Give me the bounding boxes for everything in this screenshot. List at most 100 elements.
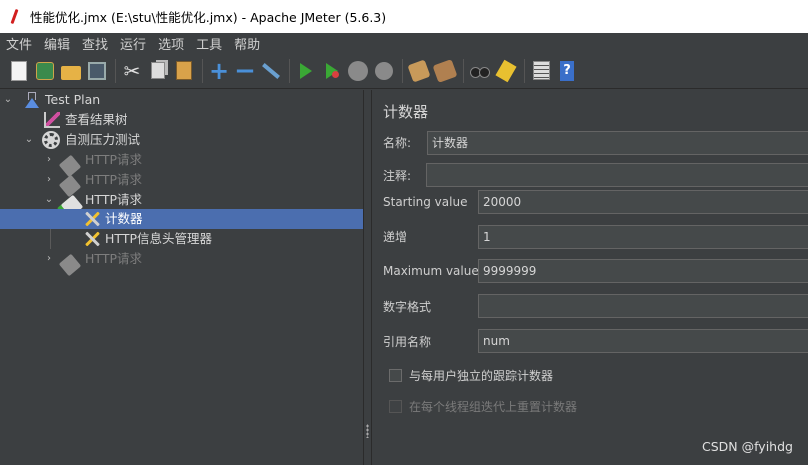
cut-button[interactable]: ✂ — [121, 60, 143, 82]
tree-node-label: HTTP信息头管理器 — [105, 231, 212, 246]
panel-title: 计数器 — [383, 103, 429, 121]
toolbar-separator — [402, 58, 403, 83]
tree-node-label: 查看结果树 — [65, 112, 128, 127]
copy-icon — [151, 62, 165, 79]
open-icon — [61, 65, 81, 80]
reset-on-iteration-checkbox — [389, 400, 402, 413]
reset-on-iteration-label: 在每个线程组迭代上重置计数器 — [409, 400, 578, 414]
shutdown-icon — [375, 61, 393, 80]
copy-button[interactable] — [147, 60, 169, 82]
save-button[interactable] — [86, 60, 108, 82]
increment-label: 递增 — [383, 230, 408, 244]
templates-button[interactable] — [34, 60, 56, 82]
split-pane-divider[interactable] — [363, 90, 372, 465]
toolbar-separator — [202, 58, 203, 83]
paste-icon — [176, 61, 192, 80]
increment-input[interactable]: 1 — [478, 225, 808, 249]
search-icon — [470, 65, 490, 78]
toolbar: ✂ + − ? — [0, 53, 808, 89]
tree-node-test-plan[interactable]: ⌄ Test Plan — [0, 90, 363, 110]
toggle-button[interactable] — [260, 60, 282, 82]
menu-help[interactable]: 帮助 — [232, 34, 266, 53]
start-icon — [300, 62, 312, 79]
test-plan-tree[interactable]: ⌄ Test Plan 查看结果树 ⌄ 自测压力测试 › HTTP请求 › HT… — [0, 90, 363, 465]
tree-node-http-request-disabled[interactable]: › HTTP请求 — [0, 170, 363, 198]
start-button[interactable] — [295, 60, 317, 82]
stop-icon — [348, 60, 368, 81]
function-helper-icon — [532, 61, 550, 80]
collapse-all-button[interactable]: − — [234, 58, 256, 84]
expanded-chevron-icon[interactable]: ⌄ — [3, 90, 13, 110]
tree-node-http-request-disabled[interactable]: › HTTP请求 — [0, 249, 363, 277]
menu-tools[interactable]: 工具 — [194, 34, 228, 53]
name-input[interactable]: 计数器 — [427, 131, 808, 155]
per-user-checkbox-label: 与每用户独立的跟踪计数器 — [409, 369, 554, 383]
stop-button[interactable] — [347, 60, 369, 82]
templates-icon — [36, 61, 54, 80]
tree-node-header-manager[interactable]: HTTP信息头管理器 — [0, 229, 363, 249]
collapsed-chevron-icon[interactable]: › — [44, 170, 54, 190]
config-element-icon — [83, 230, 99, 246]
menu-options[interactable]: 选项 — [156, 34, 190, 53]
menu-edit[interactable]: 编辑 — [42, 34, 76, 53]
starting-value-label: Starting value — [383, 195, 468, 209]
per-user-checkbox[interactable] — [389, 369, 402, 382]
search-button[interactable] — [469, 60, 491, 82]
counter-config-panel: 计数器 名称: 计数器 注释: Starting value 20000 递增 … — [372, 90, 808, 465]
tree-node-label: HTTP请求 — [85, 172, 142, 187]
help-icon: ? — [560, 60, 574, 81]
clear-button[interactable] — [407, 58, 431, 83]
paste-button[interactable] — [173, 60, 195, 82]
tree-node-results-tree[interactable]: 查看结果树 — [0, 110, 363, 130]
results-tree-icon — [44, 112, 60, 128]
maximum-value-label: Maximum value — [383, 264, 479, 278]
tree-node-label: HTTP请求 — [85, 192, 142, 207]
reset-on-iteration-option: 在每个线程组迭代上重置计数器 — [389, 398, 577, 415]
reference-name-label: 引用名称 — [383, 335, 432, 349]
tree-node-thread-group[interactable]: ⌄ 自测压力测试 — [0, 130, 363, 150]
starting-value-input[interactable]: 20000 — [478, 190, 808, 214]
reference-name-input[interactable]: num — [478, 329, 808, 353]
expanded-chevron-icon[interactable]: ⌄ — [24, 130, 34, 150]
menu-search[interactable]: 查找 — [80, 34, 114, 53]
reset-search-icon — [495, 59, 517, 82]
new-icon — [11, 60, 27, 81]
window-title: 性能优化.jmx (E:\stu\性能优化.jmx) - Apache JMet… — [30, 10, 387, 25]
menu-bar: 文件 编辑 查找 运行 选项 工具 帮助 — [0, 33, 808, 53]
open-button[interactable] — [60, 60, 82, 82]
per-user-counter-option[interactable]: 与每用户独立的跟踪计数器 — [389, 367, 553, 384]
http-sampler-icon — [58, 253, 82, 277]
collapsed-chevron-icon[interactable]: › — [44, 150, 54, 170]
shutdown-button[interactable] — [373, 60, 395, 82]
watermark-text: CSDN @fyihdg — [702, 439, 793, 454]
menu-file[interactable]: 文件 — [4, 34, 38, 53]
new-button[interactable] — [8, 60, 30, 82]
tree-node-http-request-disabled[interactable]: › HTTP请求 — [0, 150, 363, 178]
toolbar-separator — [115, 58, 116, 83]
maximum-value-input[interactable]: 9999999 — [478, 259, 808, 283]
config-element-icon — [83, 210, 99, 226]
expanded-chevron-icon[interactable]: ⌄ — [44, 190, 54, 210]
tree-node-counter[interactable]: 计数器 — [0, 209, 363, 229]
start-no-pauses-icon — [326, 62, 339, 79]
start-no-pauses-button[interactable] — [321, 60, 343, 82]
tree-node-http-request[interactable]: ⌄ HTTP请求 — [0, 190, 363, 218]
clear-all-icon — [432, 58, 458, 83]
cut-icon: ✂ — [123, 58, 141, 83]
menu-run[interactable]: 运行 — [118, 34, 152, 53]
clear-all-button[interactable] — [432, 58, 458, 83]
tree-node-label: HTTP请求 — [85, 152, 142, 167]
save-icon — [88, 61, 106, 80]
title-bar: 性能优化.jmx (E:\stu\性能优化.jmx) - Apache JMet… — [0, 0, 808, 33]
jmeter-feather-icon — [10, 9, 20, 25]
thread-group-gear-icon — [44, 133, 58, 147]
function-helper-button[interactable] — [530, 60, 552, 82]
reset-search-button[interactable] — [495, 59, 517, 82]
collapsed-chevron-icon[interactable]: › — [44, 249, 54, 269]
number-format-input[interactable] — [478, 294, 808, 318]
comment-input[interactable] — [426, 163, 808, 187]
help-button[interactable]: ? — [556, 60, 578, 82]
drag-grip-icon[interactable] — [366, 424, 369, 438]
expand-icon: + — [208, 56, 230, 85]
expand-all-button[interactable]: + — [208, 56, 230, 85]
